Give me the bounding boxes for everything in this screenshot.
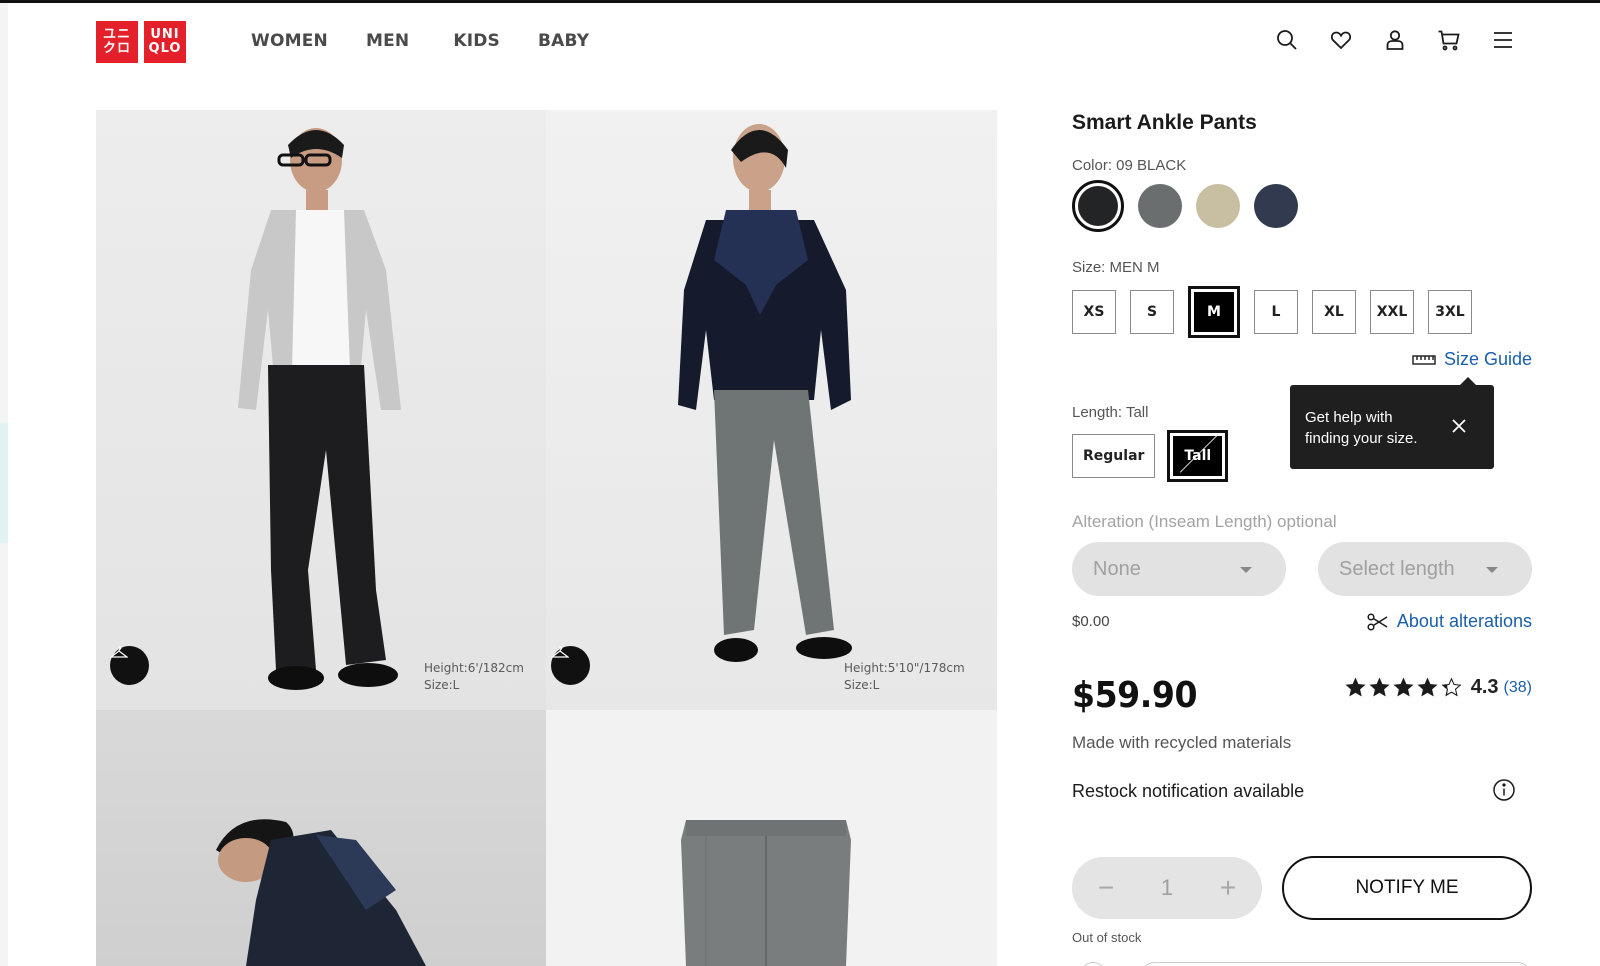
color-swatch-4[interactable] <box>1254 184 1298 228</box>
tooltip-text: Get help with finding your size. <box>1305 409 1418 447</box>
stock-status: Out of stock <box>1072 930 1142 945</box>
size-button-3xl[interactable]: 3XL <box>1428 290 1472 334</box>
close-icon[interactable] <box>1450 417 1468 435</box>
size-help-tooltip: Get help with finding your size. <box>1290 377 1494 469</box>
color-swatches <box>1072 180 1298 232</box>
hanger-icon <box>551 646 569 658</box>
color-label: Color: 09 BLACK <box>1072 157 1187 174</box>
star-icon <box>1441 677 1462 697</box>
product-photo-2[interactable]: Height:5'10"/178cm Size:L <box>546 110 997 710</box>
star-icon <box>1393 677 1414 697</box>
model-illustration-1 <box>238 128 401 690</box>
size-options: XS S M L XL XXL 3XL <box>1072 286 1472 338</box>
size-button-l[interactable]: L <box>1254 290 1298 334</box>
quantity-value: 1 <box>1160 875 1174 900</box>
hanger-icon-button-1[interactable] <box>110 646 149 685</box>
hanger-icon-button-2[interactable] <box>551 646 590 685</box>
logo-latin-box: UNI QLO <box>144 21 186 63</box>
length-options: Regular Tall <box>1072 430 1229 482</box>
product-photo-1[interactable]: Height:6'/182cm Size:L <box>96 110 546 710</box>
bottom-controls-partial <box>1072 958 1532 966</box>
left-edge <box>0 3 8 966</box>
notify-me-button[interactable]: NOTIFY ME <box>1282 856 1532 920</box>
alteration-price: $0.00 <box>1072 613 1110 630</box>
color-swatch-1[interactable] <box>1072 180 1124 232</box>
nav-kids[interactable]: KIDS <box>453 31 500 51</box>
rating-stars <box>1345 677 1462 698</box>
product-rating[interactable]: 4.3 (38) <box>1345 676 1532 699</box>
star-icon <box>1369 677 1390 697</box>
color-swatch-2[interactable] <box>1138 184 1182 228</box>
nav-men[interactable]: MEN <box>366 31 409 51</box>
product-title: Smart Ankle Pants <box>1072 111 1257 134</box>
rating-value: 4.3 <box>1470 676 1499 698</box>
scissors-icon <box>1367 612 1388 631</box>
uniqlo-logo[interactable]: ユニ クロ UNI QLO <box>96 21 186 63</box>
recycled-note: Made with recycled materials <box>1072 733 1292 752</box>
review-count-link[interactable]: (38) <box>1504 679 1532 697</box>
length-label: Length: Tall <box>1072 404 1149 421</box>
chevron-down-icon <box>1486 567 1498 573</box>
model-illustration-3 <box>216 819 426 966</box>
size-button-xs[interactable]: XS <box>1072 290 1116 334</box>
length-tall-button[interactable]: Tall <box>1167 430 1229 482</box>
about-alterations-label: About alterations <box>1396 611 1532 631</box>
size-button-m[interactable]: M <box>1188 286 1240 338</box>
model-info-1: Height:6'/182cm Size:L <box>424 661 524 692</box>
info-icon[interactable] <box>1492 778 1516 802</box>
model-illustration-2 <box>678 124 852 662</box>
star-icon <box>1417 677 1438 697</box>
size-button-s[interactable]: S <box>1130 290 1174 334</box>
product-gallery: Height:6'/182cm Size:L Height:5'10"/178c… <box>96 110 997 966</box>
hanger-icon <box>110 646 128 658</box>
star-icon <box>1345 677 1366 697</box>
alteration-type-select[interactable]: None <box>1072 542 1286 596</box>
size-button-xl[interactable]: XL <box>1312 290 1356 334</box>
product-photo-4[interactable] <box>546 710 997 966</box>
product-price: $59.90 <box>1072 675 1198 716</box>
length-regular-button[interactable]: Regular <box>1072 434 1156 478</box>
restock-note: Restock notification available <box>1072 781 1305 801</box>
chevron-down-icon <box>1240 567 1252 573</box>
quantity-stepper: − 1 + <box>1072 857 1262 919</box>
ruler-icon <box>1412 354 1436 365</box>
about-alterations-link[interactable]: About alterations <box>1367 611 1532 632</box>
nav-baby[interactable]: BABY <box>538 31 589 51</box>
quantity-increase-button[interactable]: + <box>1216 872 1240 904</box>
alteration-length-select[interactable]: Select length <box>1318 542 1532 596</box>
size-guide-link[interactable]: Size Guide <box>1412 349 1532 370</box>
color-swatch-3[interactable] <box>1196 184 1240 228</box>
main-nav: WOMEN MEN KIDS BABY <box>251 31 627 51</box>
quantity-decrease-button[interactable]: − <box>1094 872 1118 904</box>
size-label: Size: MEN M <box>1072 259 1160 276</box>
model-info-2: Height:5'10"/178cm Size:L <box>844 661 965 692</box>
alteration-label: Alteration (Inseam Length) optional <box>1072 512 1337 531</box>
logo-katakana-box: ユニ クロ <box>96 21 138 63</box>
product-panel: Smart Ankle Pants Color: 09 BLACK Size: … <box>1072 0 1532 966</box>
pants-illustration <box>681 820 851 966</box>
product-photo-3[interactable] <box>96 710 546 966</box>
nav-women[interactable]: WOMEN <box>251 31 328 51</box>
size-button-xxl[interactable]: XXL <box>1370 290 1414 334</box>
size-guide-label: Size Guide <box>1443 349 1532 369</box>
